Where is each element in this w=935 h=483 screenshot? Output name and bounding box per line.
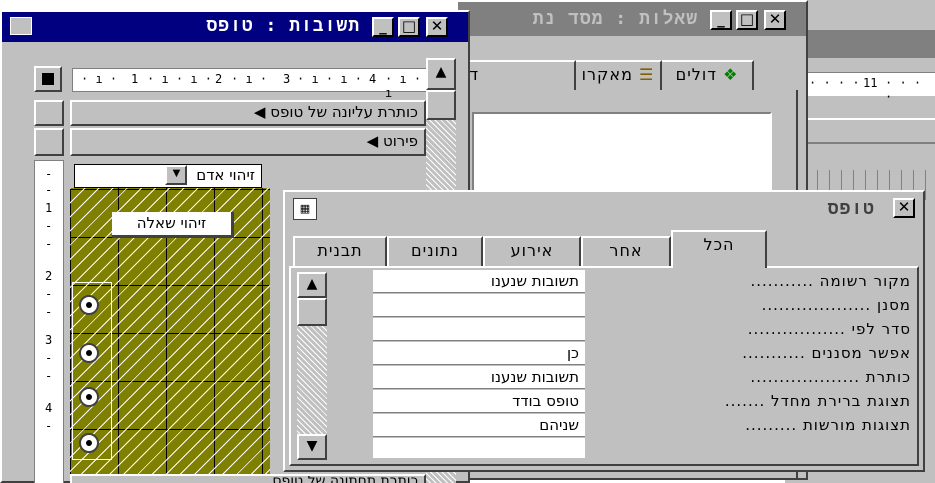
tab-data[interactable]: נתונים: [387, 236, 483, 266]
ruler-number: 2: [45, 269, 53, 283]
tab-macros[interactable]: ☰ מאקרו: [574, 60, 662, 92]
property-row[interactable]: כותרת ................... תשובות שנענו: [291, 366, 917, 390]
close-button[interactable]: ✕: [893, 198, 915, 218]
property-row[interactable]: מקור רשומה ........... תשובות שנענו: [291, 270, 917, 294]
database-window-title: שאלות : מסד נת: [532, 8, 698, 29]
option-button[interactable]: [79, 295, 99, 315]
ruler-number: 2: [215, 72, 223, 86]
minimize-button[interactable]: _: [372, 17, 394, 37]
detail-section-selector[interactable]: [34, 128, 64, 156]
close-button[interactable]: ✕: [764, 10, 786, 30]
detail-label: פירוט: [382, 132, 418, 150]
maximize-button[interactable]: □: [736, 10, 758, 30]
background-section-bar: [805, 118, 935, 144]
tab-other[interactable]: אחר: [581, 236, 671, 266]
combo-label: זיהוי אדם: [196, 166, 255, 184]
property-value[interactable]: תשובות שנענו: [373, 366, 585, 389]
horizontal-ruler: · ı · 1 · ı · ı · 2 · ı · 3 · ı · ı · 4 …: [72, 68, 428, 100]
option-button[interactable]: [79, 433, 99, 453]
property-grid: מקור רשומה ........... תשובות שנענו מסנן…: [291, 270, 917, 460]
property-row[interactable]: תצוגות מורשות ......... שניהם: [291, 414, 917, 438]
option-button[interactable]: [79, 343, 99, 363]
tab-event[interactable]: אירוע: [483, 236, 581, 266]
properties-panel: ▲ ▼ מקור רשומה ........... תשובות שנענו …: [289, 266, 919, 466]
property-label: מקור רשומה: [819, 272, 911, 290]
person-id-combo[interactable]: זיהוי אדם ▼: [74, 164, 262, 188]
tables-icon: ❖: [723, 65, 739, 84]
ruler-number: 1: [131, 72, 139, 86]
property-value[interactable]: טופס בודד: [373, 390, 585, 413]
form-titlebar[interactable]: תשובות : טופס _ □ ✕: [2, 12, 468, 42]
property-row[interactable]: סדר לפי .................: [291, 318, 917, 342]
vertical-ruler: - - 1 - - 2 - - 3 - - 4 -: [34, 160, 64, 483]
section-arrow-icon: ◀: [366, 132, 379, 150]
tab-all[interactable]: הכל: [671, 230, 767, 268]
detail-section-bar[interactable]: פירוט ◀: [70, 128, 426, 156]
background-ruler: · · · · 11 · · · ·: [805, 72, 935, 104]
ruler-number: 3: [283, 72, 291, 86]
macro-icon: ☰: [639, 65, 655, 84]
ruler-number: 4: [45, 401, 53, 415]
property-value[interactable]: [373, 294, 585, 317]
maximize-button[interactable]: □: [398, 17, 420, 37]
property-value[interactable]: שניהם: [373, 414, 585, 437]
property-value[interactable]: [373, 318, 585, 341]
tab-format[interactable]: תבנית: [293, 236, 387, 266]
properties-title: טופס: [827, 198, 875, 219]
property-row: [291, 438, 917, 458]
form-header-section-bar[interactable]: כותרת עליונה של טופס ◀: [70, 100, 426, 126]
close-button[interactable]: ✕: [426, 17, 448, 37]
ruler-number: 1: [45, 201, 53, 215]
property-label: כותרת: [865, 368, 911, 386]
property-label: מסנן: [876, 296, 911, 314]
form-footer-label: כותרת תחתונה של טופס: [272, 474, 418, 483]
dropdown-arrow-icon[interactable]: ▼: [165, 165, 188, 185]
section-selectors: - - 1 - - 2 - - 3 - - 4 -: [34, 100, 64, 483]
property-value[interactable]: כן: [373, 342, 585, 365]
tab-tables[interactable]: ❖ דולים: [660, 60, 754, 92]
question-id-label[interactable]: זיהוי שאלה: [112, 212, 234, 238]
property-row[interactable]: מסנן ...................: [291, 294, 917, 318]
properties-titlebar[interactable]: ▦ טופס ✕: [285, 192, 923, 226]
property-value[interactable]: תשובות שנענו: [373, 270, 585, 293]
ruler-number: 11: [863, 76, 878, 90]
form-header-label: כותרת עליונה של טופס: [270, 103, 418, 121]
properties-icon: ▦: [293, 198, 317, 220]
scroll-thumb[interactable]: [426, 90, 456, 120]
form-selector[interactable]: [34, 66, 62, 92]
header-section-selector[interactable]: [34, 100, 64, 126]
database-titlebar[interactable]: שאלות : מסד נת _ □ ✕: [458, 2, 806, 36]
ruler-number: 4: [369, 72, 377, 86]
form-window-icon: [10, 17, 32, 35]
minimize-button[interactable]: _: [710, 10, 732, 30]
property-label: סדר לפי: [851, 320, 911, 338]
scroll-up-button[interactable]: ▲: [426, 58, 456, 90]
property-label: אפשר מסננים: [811, 344, 911, 362]
property-label: תצוגות מורשות: [802, 416, 911, 434]
section-arrow-icon: ◀: [253, 103, 266, 121]
tab-reports[interactable]: דו: [458, 60, 576, 92]
property-row[interactable]: תצוגת ברירת מחדל ....... טופס בודד: [291, 390, 917, 414]
form-footer-section-bar[interactable]: כותרת תחתונה של טופס: [70, 474, 426, 483]
property-row[interactable]: אפשר מסננים ........... כן: [291, 342, 917, 366]
ruler-number: 3: [45, 333, 53, 347]
option-group[interactable]: [72, 282, 112, 460]
properties-window: ▦ טופס ✕ תבנית נתונים אירוע אחר הכל ▲ ▼ …: [283, 190, 925, 472]
property-label: תצוגת ברירת מחדל: [771, 392, 911, 410]
form-window-title: תשובות : טופס: [206, 15, 360, 36]
option-button[interactable]: [79, 387, 99, 407]
